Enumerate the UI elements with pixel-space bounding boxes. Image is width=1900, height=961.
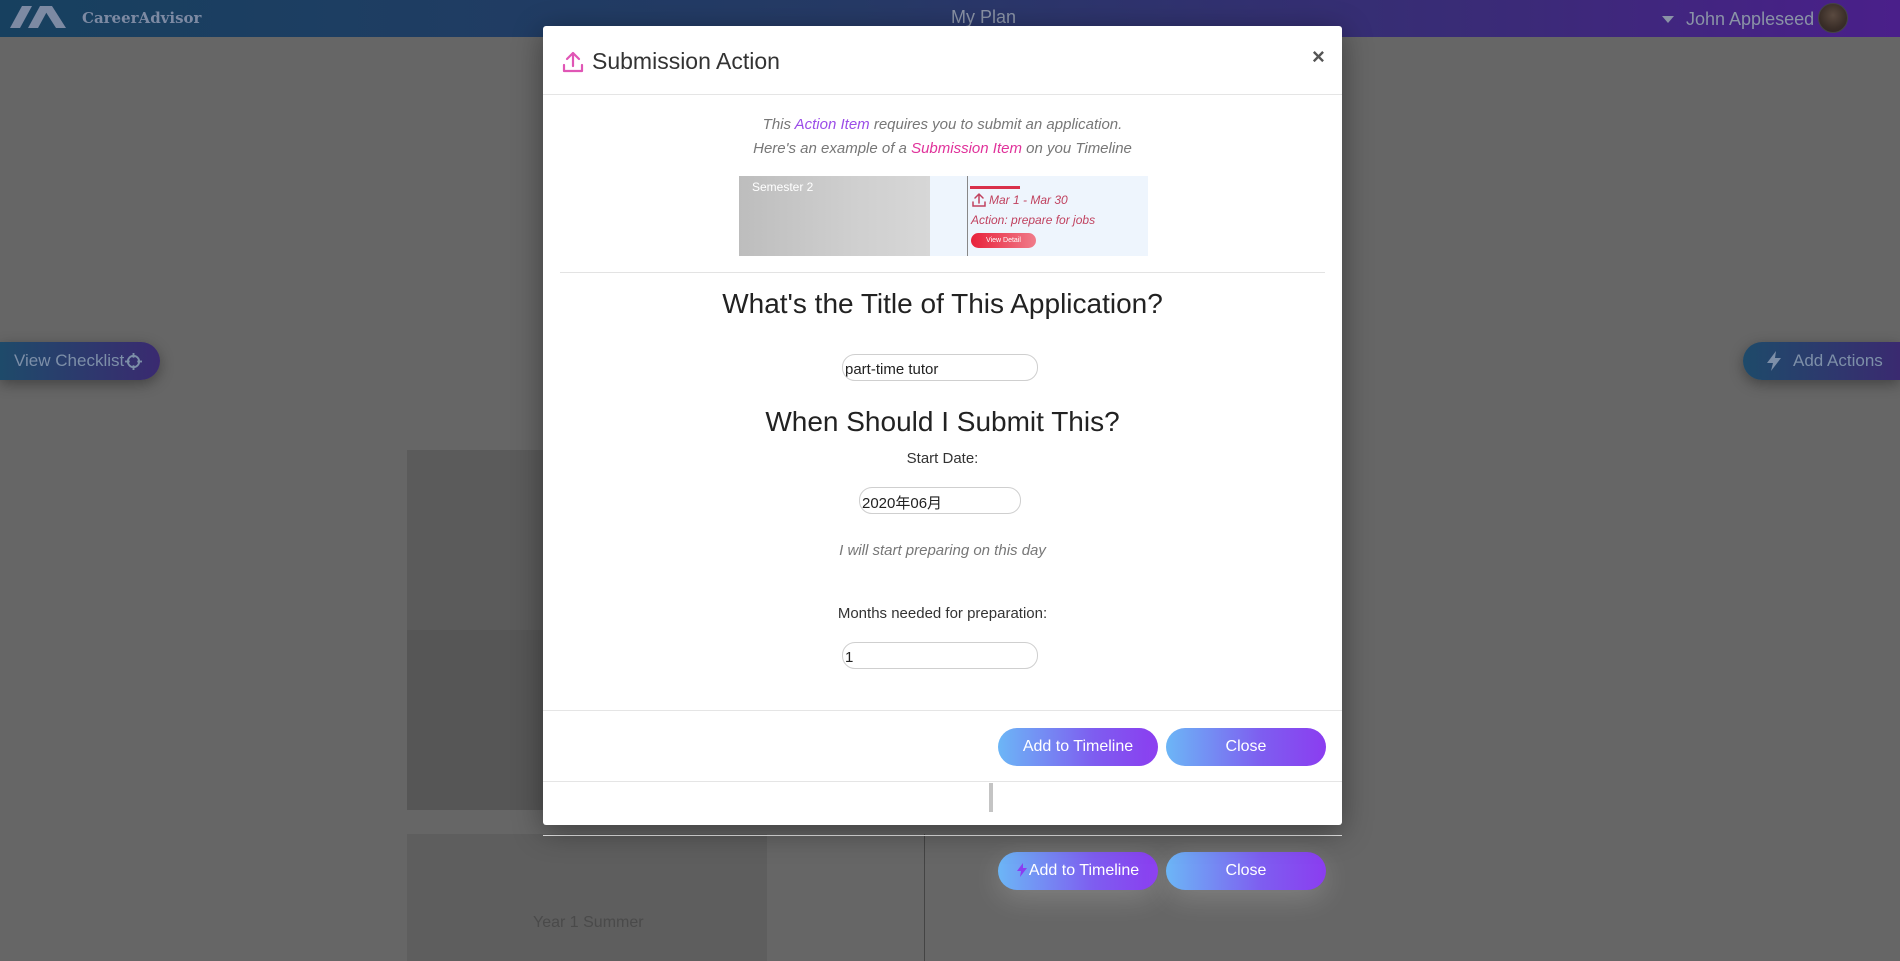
timeline-example-image: Semester 2 Mar 1 - Mar 30 Action: prepar…: [739, 176, 1148, 256]
example-item: Mar 1 - Mar 30 Action: prepare for jobs …: [930, 176, 1148, 256]
brand-name: CareerAdvisor: [82, 9, 202, 27]
year-label: Year 1 Summer: [533, 914, 644, 931]
application-title-input[interactable]: [842, 354, 1038, 381]
add-to-timeline-button[interactable]: Add to Timeline: [998, 728, 1158, 766]
submission-item-highlight: Submission Item: [911, 140, 1022, 157]
divider: [543, 781, 1342, 782]
view-checklist-button[interactable]: View Checklist: [0, 342, 160, 380]
months-input[interactable]: [842, 642, 1038, 669]
divider: [543, 835, 1342, 836]
start-date-label: Start Date:: [906, 450, 979, 467]
modal-title: Submission Action: [592, 48, 780, 74]
timeline-block: [407, 834, 767, 961]
timeline-line: [967, 176, 968, 256]
timeline-divider: [924, 834, 925, 961]
close-icon[interactable]: ×: [1312, 44, 1325, 70]
crosshair-icon: [125, 353, 142, 370]
lightning-icon: [1016, 863, 1027, 877]
action-item-highlight: Action Item: [794, 116, 870, 133]
add-actions-button[interactable]: Add Actions: [1743, 342, 1900, 380]
upload-icon: [972, 192, 986, 207]
submission-action-modal: Submission Action × This Action Item req…: [543, 26, 1342, 825]
view-detail-button: View Detail: [971, 233, 1036, 248]
semester-column: Semester 2: [739, 176, 930, 256]
semester-label: Semester 2: [752, 180, 814, 194]
divider: [560, 272, 1325, 273]
upload-icon: [562, 51, 584, 73]
start-date-input[interactable]: [859, 487, 1021, 514]
months-label: Months needed for preparation:: [837, 605, 1048, 622]
chevron-down-icon[interactable]: [1662, 16, 1674, 23]
timeline-block: [407, 450, 544, 630]
intro-text: This Action Item requires you to submit …: [753, 116, 1132, 157]
add-actions-label: Add Actions: [1793, 351, 1883, 370]
close-button[interactable]: Close: [1166, 728, 1326, 766]
when-question: When Should I Submit This?: [765, 406, 1120, 437]
view-checklist-label: View Checklist: [14, 351, 125, 370]
title-question: What's the Title of This Application?: [722, 288, 1163, 319]
item-bar: [970, 186, 1020, 189]
add-to-timeline-label: Add to Timeline: [1028, 862, 1140, 879]
example-date-range: Mar 1 - Mar 30: [989, 193, 1068, 207]
timeline-block: [407, 630, 544, 810]
add-to-timeline-button-bg[interactable]: Add to Timeline: [998, 852, 1158, 890]
user-menu[interactable]: John Appleseed: [1686, 9, 1814, 30]
lightning-icon: [1767, 351, 1781, 371]
close-button-bg[interactable]: Close: [1166, 852, 1326, 890]
avatar[interactable]: [1818, 3, 1848, 33]
start-date-hint: I will start preparing on this day: [839, 542, 1046, 559]
modal-header: Submission Action ×: [543, 26, 1342, 95]
page-title: My Plan: [951, 7, 1017, 27]
scrollbar[interactable]: [989, 783, 993, 812]
example-action: Action: prepare for jobs: [971, 213, 1096, 227]
modal-footer-divider: [543, 710, 1342, 711]
logo-icon: [10, 6, 66, 28]
